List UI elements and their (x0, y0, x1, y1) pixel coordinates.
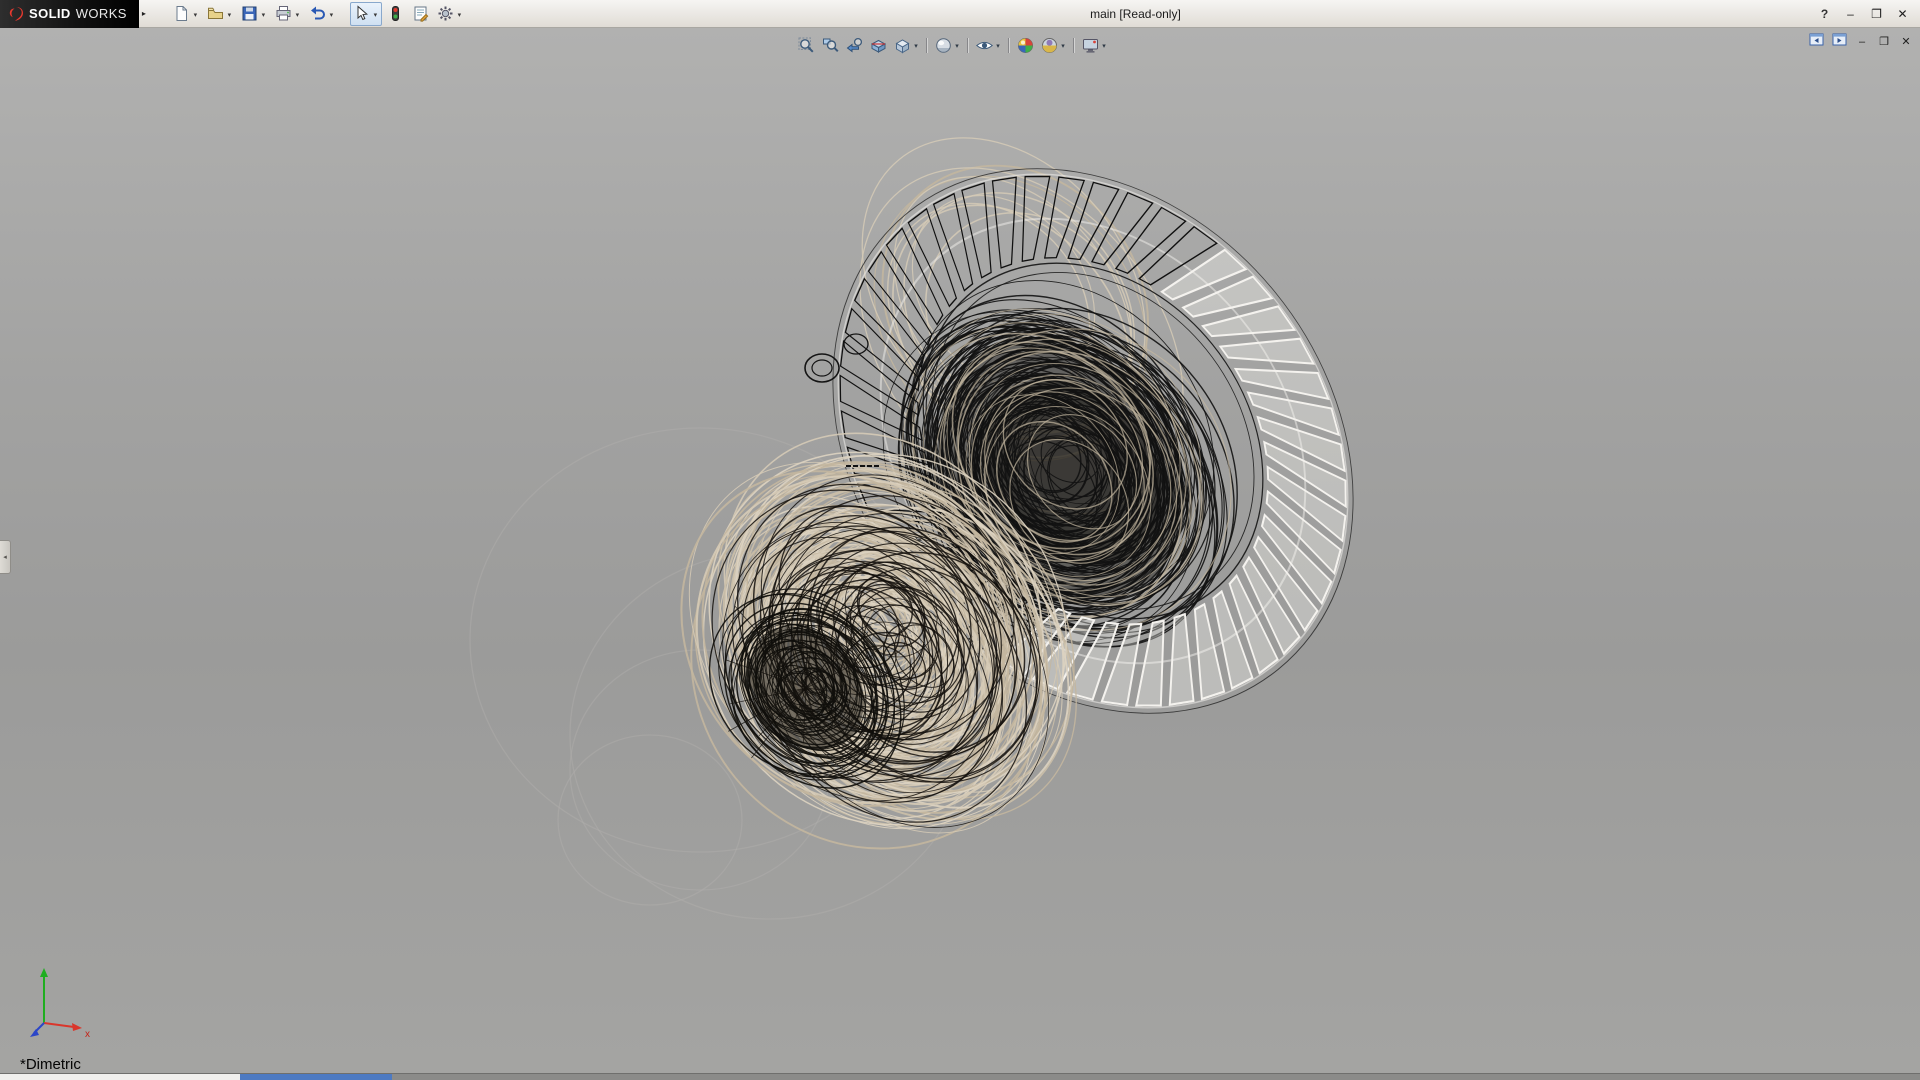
view-settings-dropdown-icon[interactable]: ▾ (1100, 40, 1108, 50)
logo-flyout-arrow-icon[interactable]: ▸ (142, 9, 146, 18)
new-document-button[interactable]: ▾ (170, 2, 202, 26)
dassault-logo-icon (8, 6, 24, 22)
display-style-dropdown-icon[interactable]: ▾ (953, 40, 961, 50)
open-document-icon (206, 4, 225, 23)
restore-button[interactable]: ❐ (1869, 8, 1884, 20)
view-orientation-status: *Dimetric (20, 1056, 81, 1073)
view-orientation-dropdown-icon[interactable]: ▾ (912, 40, 920, 50)
display-style-button[interactable]: ▾ (932, 34, 962, 56)
print-dropdown-icon[interactable]: ▾ (293, 9, 302, 19)
options-icon (436, 4, 455, 23)
apply-scene-icon (1039, 35, 1059, 55)
file-properties-button[interactable] (409, 2, 432, 26)
triad-x-label: x (85, 1029, 90, 1040)
edit-appearance-icon (1015, 35, 1035, 55)
hide-show-items-dropdown-icon[interactable]: ▾ (994, 40, 1002, 50)
doc-minimize-icon: – (1859, 37, 1865, 48)
select-icon (352, 4, 371, 23)
document-window-controls: – ❐ ✕ (1809, 35, 1913, 49)
doc-close-button[interactable]: ✕ (1899, 35, 1913, 49)
previous-view-button[interactable] (843, 34, 865, 56)
new-document-icon (172, 4, 191, 23)
triad-x-axis (44, 1023, 74, 1027)
heads-up-view-toolbar: ▾ ▾ ▾ ▾ ▾ (794, 34, 1110, 56)
apply-scene-button[interactable]: ▾ (1038, 34, 1068, 56)
zoom-to-fit-icon (796, 35, 816, 55)
taskbar-segment-active[interactable] (240, 1074, 392, 1080)
edit-appearance-button[interactable] (1014, 34, 1036, 56)
open-document-dropdown-icon[interactable]: ▾ (225, 9, 234, 19)
print-icon (274, 4, 293, 23)
print-button[interactable]: ▾ (272, 2, 304, 26)
section-view-button[interactable] (867, 34, 889, 56)
zoom-to-area-button[interactable] (819, 34, 841, 56)
view-orientation-icon (892, 35, 912, 55)
file-properties-icon (411, 4, 430, 23)
undo-dropdown-icon[interactable]: ▾ (327, 9, 336, 19)
orientation-triad: x (26, 965, 98, 1041)
help-button[interactable]: ? (1817, 8, 1832, 20)
solidworks-logo: SOLID WORKS (0, 0, 139, 28)
options-dropdown-icon[interactable]: ▾ (455, 9, 464, 19)
view-settings-button[interactable]: ▾ (1079, 34, 1109, 56)
apply-scene-dropdown-icon[interactable]: ▾ (1059, 40, 1067, 50)
left-panel-collapse-handle[interactable]: ◂ (0, 540, 11, 574)
save-icon (240, 4, 259, 23)
taskbar-edge (0, 1073, 1920, 1080)
triad-x-arrowhead (72, 1023, 82, 1031)
doc-restore-icon: ❐ (1879, 37, 1889, 48)
toolbar-separator (1073, 38, 1074, 53)
hide-show-items-button[interactable]: ▾ (973, 34, 1003, 56)
section-view-icon (868, 35, 888, 55)
brand-solid: SOLID (29, 6, 71, 21)
save-dropdown-icon[interactable]: ▾ (259, 9, 268, 19)
titlebar-toolbar: ▾ ▾ ▾ ▾ ▾ ▾ ▾ (170, 2, 468, 26)
window-next-icon (1832, 33, 1847, 51)
select-dropdown-icon[interactable]: ▾ (371, 9, 380, 19)
window-previous-button[interactable] (1809, 35, 1824, 49)
graphics-area[interactable]: ▾ ▾ ▾ ▾ ▾ – ❐ ✕ ◂ x *Dimetric (0, 28, 1920, 1073)
brand-works: WORKS (76, 6, 127, 21)
hide-show-items-icon (974, 35, 994, 55)
titlebar: SOLID WORKS ▸ ▾ ▾ ▾ ▾ ▾ ▾ ▾ main [Read-only] ?–… (0, 0, 1920, 28)
select-button[interactable]: ▾ (350, 2, 382, 26)
taskbar-segment-light (0, 1074, 240, 1080)
window-previous-icon (1809, 33, 1824, 51)
minimize-button[interactable]: – (1843, 8, 1858, 20)
taskbar-segment-rest (392, 1074, 1920, 1080)
toolbar-separator (967, 38, 968, 53)
window-next-button[interactable] (1832, 35, 1847, 49)
doc-restore-button[interactable]: ❐ (1877, 35, 1891, 49)
new-document-dropdown-icon[interactable]: ▾ (191, 9, 200, 19)
doc-close-icon: ✕ (1901, 37, 1910, 48)
rebuild-icon (386, 4, 405, 23)
zoom-to-fit-button[interactable] (795, 34, 817, 56)
toolbar-separator (926, 38, 927, 53)
doc-minimize-button[interactable]: – (1855, 35, 1869, 49)
turbine-model-wireframe[interactable] (0, 28, 1920, 1073)
window-controls: ?–❐ ✕ (1803, 8, 1920, 20)
rebuild-button[interactable] (384, 2, 407, 26)
solidworks-window: SOLIDWORKS ▸ ▾▾▾▾▾▾▾ main [Read-only] ?–… (0, 0, 1920, 1080)
triad-y-arrowhead (40, 968, 48, 977)
open-document-button[interactable]: ▾ (204, 2, 236, 26)
undo-icon (308, 4, 327, 23)
undo-button[interactable]: ▾ (306, 2, 338, 26)
display-style-icon (933, 35, 953, 55)
collapse-arrow-icon: ◂ (3, 553, 7, 561)
toolbar-separator (1008, 38, 1009, 53)
window-title: main [Read-only] (468, 7, 1803, 21)
previous-view-icon (844, 35, 864, 55)
zoom-to-area-icon (820, 35, 840, 55)
view-settings-icon (1080, 35, 1100, 55)
save-button[interactable]: ▾ (238, 2, 270, 26)
options-button[interactable]: ▾ (434, 2, 466, 26)
close-button[interactable]: ✕ (1895, 8, 1910, 20)
view-orientation-button[interactable]: ▾ (891, 34, 921, 56)
